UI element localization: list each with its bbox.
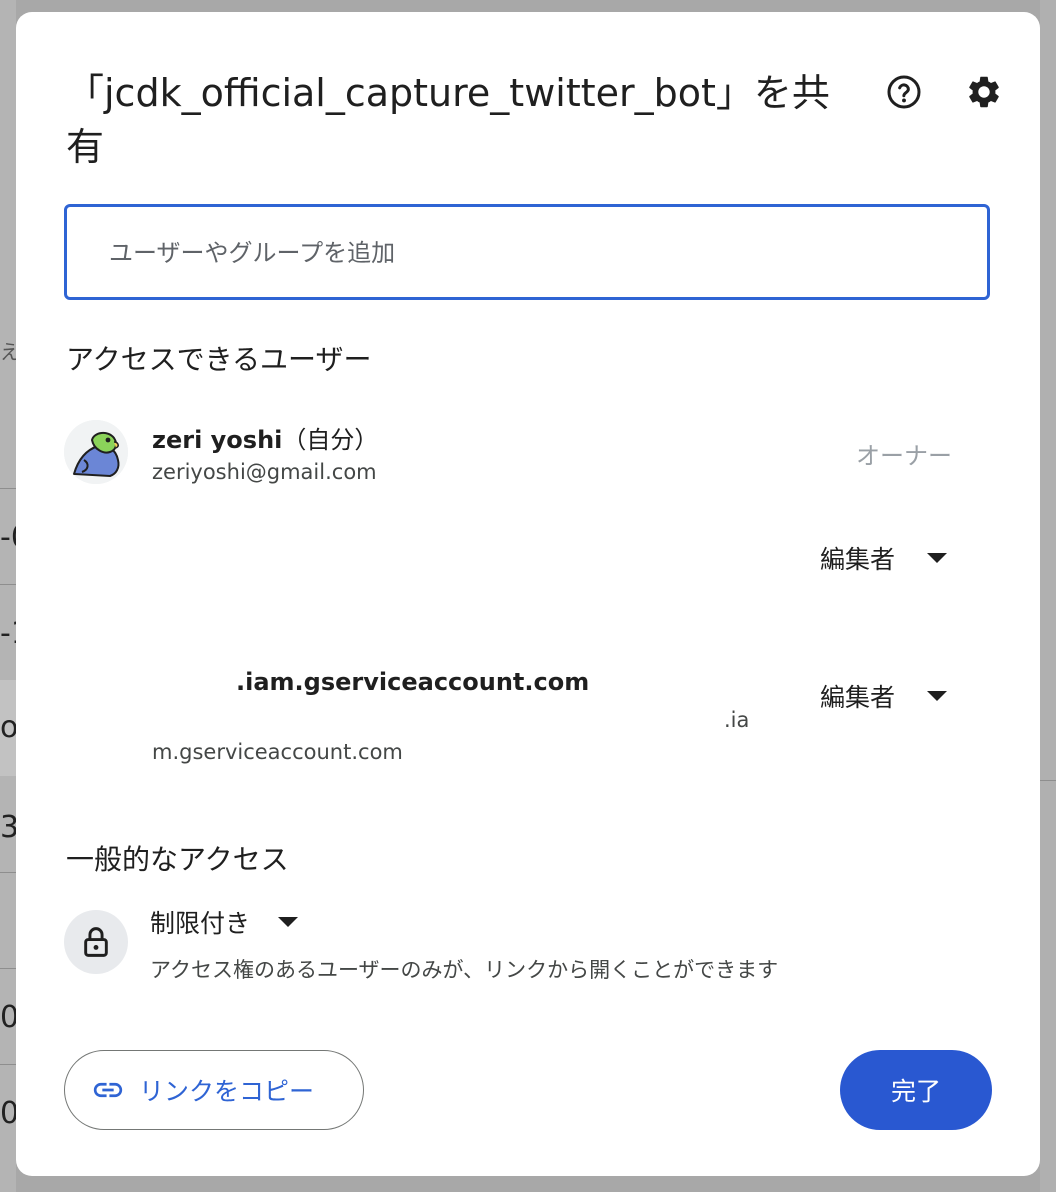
member-1-role-dropdown[interactable]: 編集者 — [820, 536, 948, 580]
add-people-input[interactable] — [107, 207, 971, 299]
general-access-setting: 制限付き — [150, 909, 251, 938]
background-divider — [0, 872, 16, 873]
general-access-description: アクセス権のあるユーザーのみが、リンクから開くことができます — [150, 958, 779, 982]
link-icon — [91, 1073, 125, 1107]
caret-down-icon — [927, 553, 948, 563]
member-2-name: .iam.gserviceaccount.com — [236, 668, 590, 696]
background-text-fragment: 06 — [0, 1000, 16, 1035]
people-with-access-heading: アクセスできるユーザー — [66, 343, 372, 376]
background-text-fragment: -0 — [0, 520, 16, 555]
owner-email: zeriyoshi@gmail.com — [152, 460, 377, 484]
member-1-role-label: 編集者 — [820, 545, 896, 574]
parrot-avatar-icon — [64, 420, 128, 484]
background-text-fragment: え — [0, 340, 16, 364]
owner-name: zeri yoshi（自分） — [152, 420, 378, 455]
help-button[interactable] — [882, 70, 926, 114]
general-access-icon-circle — [64, 910, 128, 974]
gear-icon — [969, 76, 999, 108]
copy-link-button[interactable]: リンクをコピー — [64, 1050, 364, 1130]
background-text-fragment: -1 — [0, 616, 16, 651]
member-2-role-dropdown[interactable]: 編集者 — [820, 674, 948, 718]
member-2-name-fragment: .ia — [724, 708, 750, 732]
self-tag: （自分） — [282, 426, 379, 454]
add-people-field[interactable] — [64, 204, 990, 300]
general-access-dropdown[interactable]: 制限付き — [150, 904, 299, 940]
done-button[interactable]: 完了 — [840, 1050, 992, 1130]
dialog-title: 「jcdk_official_capture_twitter_bot」を共有 — [66, 71, 830, 169]
help-circle-icon — [887, 75, 921, 109]
owner-name-text: zeri yoshi — [152, 426, 283, 454]
background-divider — [0, 1064, 16, 1065]
caret-down-icon — [278, 917, 299, 927]
background-text-fragment: 06 — [0, 1096, 16, 1131]
copy-link-label: リンクをコピー — [139, 1077, 315, 1106]
background-divider — [0, 968, 16, 969]
background-text-fragment: 3_ — [0, 810, 16, 845]
member-2-role-label: 編集者 — [820, 683, 896, 712]
background-divider — [0, 584, 16, 585]
member-2-email: m.gserviceaccount.com — [152, 740, 403, 764]
settings-button[interactable] — [962, 70, 1006, 114]
general-access-heading: 一般的なアクセス — [66, 843, 289, 876]
caret-down-icon — [927, 691, 948, 701]
background-right-strip — [1040, 0, 1056, 1192]
share-dialog: 「jcdk_official_capture_twitter_bot」を共有 ア… — [16, 12, 1040, 1176]
owner-role-label: オーナー — [856, 442, 952, 470]
lock-icon — [84, 927, 108, 957]
background-divider — [1040, 780, 1056, 781]
background-text-fragment: of — [0, 710, 16, 745]
background-divider — [0, 488, 16, 489]
